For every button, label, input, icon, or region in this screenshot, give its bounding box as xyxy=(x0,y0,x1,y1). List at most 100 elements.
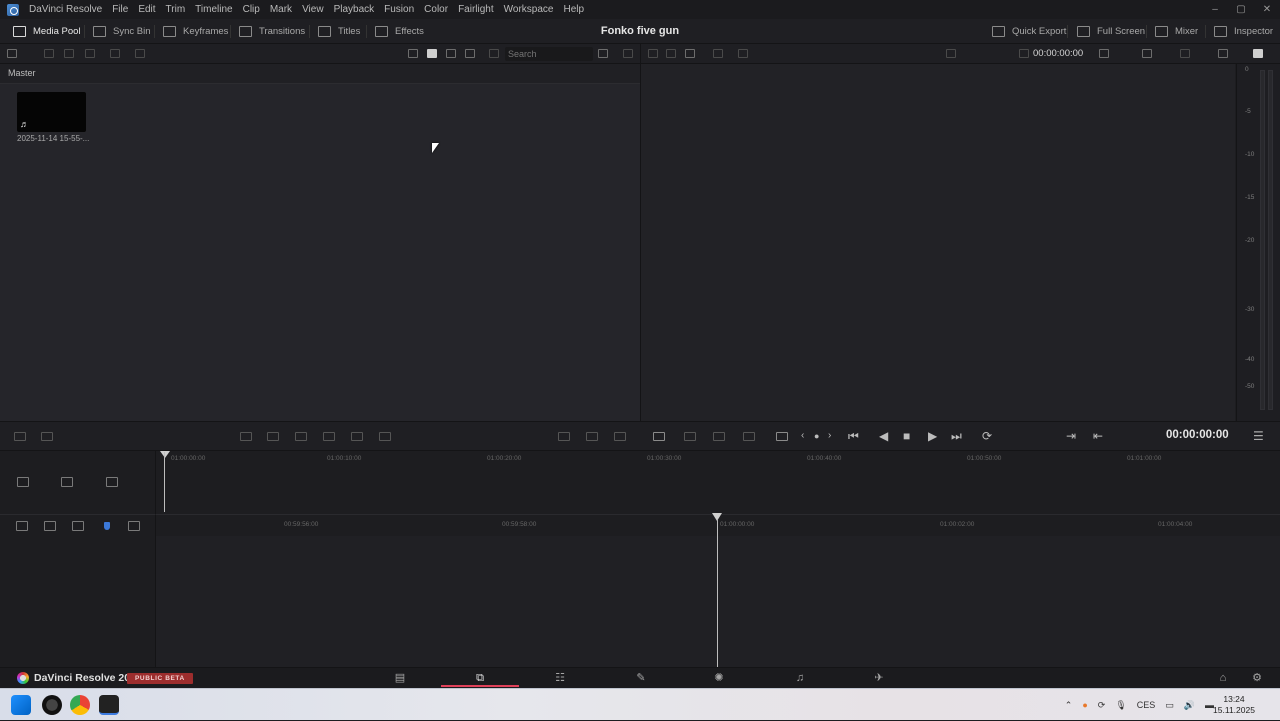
marker-dot-icon[interactable]: ● xyxy=(814,429,819,443)
loop-icon[interactable]: ⟳ xyxy=(982,429,992,443)
compare-icon[interactable] xyxy=(614,432,626,441)
overlay-icon[interactable] xyxy=(1142,49,1152,58)
keyframes-button[interactable]: Keyframes xyxy=(163,19,228,44)
bin-header[interactable]: Master xyxy=(0,64,640,84)
loop-icon[interactable] xyxy=(1218,49,1228,58)
speaker-icon[interactable] xyxy=(1253,49,1263,58)
minimize-button[interactable]: – xyxy=(1202,0,1228,19)
fast-review-icon[interactable] xyxy=(776,432,788,441)
menu-workspace[interactable]: Workspace xyxy=(499,4,559,15)
full-screen-button[interactable]: Full Screen xyxy=(1077,19,1145,44)
smart-insert-icon[interactable] xyxy=(240,432,252,441)
trim-icon[interactable] xyxy=(44,521,56,531)
menu-fusion[interactable]: Fusion xyxy=(379,4,419,15)
folder-icon[interactable] xyxy=(64,49,74,58)
menu-mark[interactable]: Mark xyxy=(265,4,297,15)
timeline-options-icon[interactable] xyxy=(653,432,665,441)
voiceover-icon[interactable] xyxy=(684,432,696,441)
deliver-page-icon[interactable]: ✈ xyxy=(869,670,889,686)
sync-bin-button[interactable]: Sync Bin xyxy=(93,19,151,44)
menu-edit[interactable]: Edit xyxy=(133,4,160,15)
marker-icon[interactable] xyxy=(738,49,748,58)
scene-detect-icon[interactable] xyxy=(743,432,755,441)
microphone-icon[interactable]: 🎙 xyxy=(1115,700,1126,711)
transitions-button[interactable]: Transitions xyxy=(239,19,305,44)
menu-fairlight[interactable]: Fairlight xyxy=(453,4,499,15)
sync-tray-icon[interactable]: ⟳ xyxy=(1098,700,1106,711)
clock[interactable]: 13:24 15.11.2025 xyxy=(1212,694,1256,716)
audio-track-icon[interactable] xyxy=(713,432,725,441)
media-pool-button[interactable]: Media Pool xyxy=(13,19,81,44)
list-view-icon[interactable] xyxy=(465,49,475,58)
volume-icon[interactable]: 🔊 xyxy=(1184,700,1195,711)
close-up-icon[interactable] xyxy=(323,432,335,441)
audio-insert-icon[interactable] xyxy=(41,432,53,441)
chevron-down-icon[interactable] xyxy=(946,49,956,58)
split-view-icon[interactable] xyxy=(558,432,570,441)
playhead[interactable] xyxy=(164,452,165,512)
effects-button[interactable]: Effects xyxy=(375,19,424,44)
mark-in-icon[interactable]: ⇥ xyxy=(1066,429,1076,443)
track-options-icon[interactable] xyxy=(17,477,29,487)
menu-clip[interactable]: Clip xyxy=(238,4,265,15)
windows-start-icon[interactable] xyxy=(11,695,31,715)
close-button[interactable]: ✕ xyxy=(1254,0,1280,19)
menu-color[interactable]: Color xyxy=(419,4,453,15)
edit-page-icon[interactable]: ☷ xyxy=(550,670,570,686)
panel-toggle-icon[interactable] xyxy=(7,49,17,58)
refresh-icon[interactable] xyxy=(623,49,633,58)
cloud-icon[interactable] xyxy=(85,49,95,58)
strip-view-icon[interactable] xyxy=(408,49,418,58)
menu-trim[interactable]: Trim xyxy=(161,4,191,15)
source-overwrite-icon[interactable] xyxy=(379,432,391,441)
place-on-top-icon[interactable] xyxy=(351,432,363,441)
clip-view-icon[interactable] xyxy=(16,521,28,531)
go-to-end-icon[interactable]: ⏭ xyxy=(951,429,962,443)
thumbnail-view-icon[interactable] xyxy=(427,49,437,58)
menu-file[interactable]: File xyxy=(107,4,133,15)
filter-icon[interactable] xyxy=(489,49,499,58)
layout-icon[interactable] xyxy=(713,49,723,58)
menu-help[interactable]: Help xyxy=(558,4,589,15)
marker-icon[interactable] xyxy=(104,522,110,530)
prev-clip-icon[interactable]: ‹ xyxy=(801,429,804,443)
menu-view[interactable]: View xyxy=(297,4,329,15)
mark-out-icon[interactable]: ⇤ xyxy=(1093,429,1103,443)
chevron-up-icon[interactable]: ⌃ xyxy=(1065,700,1073,711)
menu-timeline[interactable]: Timeline xyxy=(190,4,237,15)
language-indicator[interactable]: CES xyxy=(1137,700,1156,710)
media-page-icon[interactable]: ▤ xyxy=(390,670,410,686)
panel-divider[interactable] xyxy=(640,44,641,451)
clip-thumbnail[interactable]: ♬ xyxy=(17,92,86,132)
chrome-icon[interactable] xyxy=(70,695,90,715)
insert-icon[interactable] xyxy=(14,432,26,441)
sync-icon[interactable] xyxy=(110,49,120,58)
image-icon[interactable] xyxy=(586,432,598,441)
cut-page-icon[interactable]: ⧉ xyxy=(470,670,490,686)
inspector-button[interactable]: Inspector xyxy=(1214,19,1273,44)
append-icon[interactable] xyxy=(267,432,279,441)
davinci-taskbar-icon[interactable] xyxy=(99,695,119,715)
maximize-button[interactable]: ▢ xyxy=(1228,0,1254,19)
color-page-icon[interactable]: ✺ xyxy=(709,670,729,686)
fairlight-page-icon[interactable]: ♫ xyxy=(790,670,810,686)
network-icon[interactable]: ▭ xyxy=(1165,700,1174,711)
playhead-handle[interactable] xyxy=(160,451,170,458)
upper-timeline-track[interactable] xyxy=(156,466,1280,514)
fusion-page-icon[interactable]: ✎ xyxy=(631,670,651,686)
source-clip-icon[interactable] xyxy=(648,49,658,58)
search-input[interactable] xyxy=(505,47,593,61)
razor-icon[interactable] xyxy=(72,521,84,531)
new-bin-icon[interactable] xyxy=(44,49,54,58)
settings-gear-icon[interactable]: ⚙ xyxy=(1247,670,1267,686)
obs-icon[interactable] xyxy=(42,695,62,715)
play-icon[interactable]: ▶ xyxy=(928,429,937,443)
safe-area-icon[interactable] xyxy=(1180,49,1190,58)
menu-playback[interactable]: Playback xyxy=(329,4,380,15)
go-to-start-icon[interactable]: ⏮ xyxy=(848,429,859,443)
lower-timeline-track[interactable] xyxy=(156,536,1280,667)
audio-track-icon[interactable] xyxy=(61,477,73,487)
next-clip-icon[interactable]: › xyxy=(828,429,831,443)
mixer-button[interactable]: Mixer xyxy=(1155,19,1198,44)
avast-icon[interactable]: ● xyxy=(1082,700,1087,710)
